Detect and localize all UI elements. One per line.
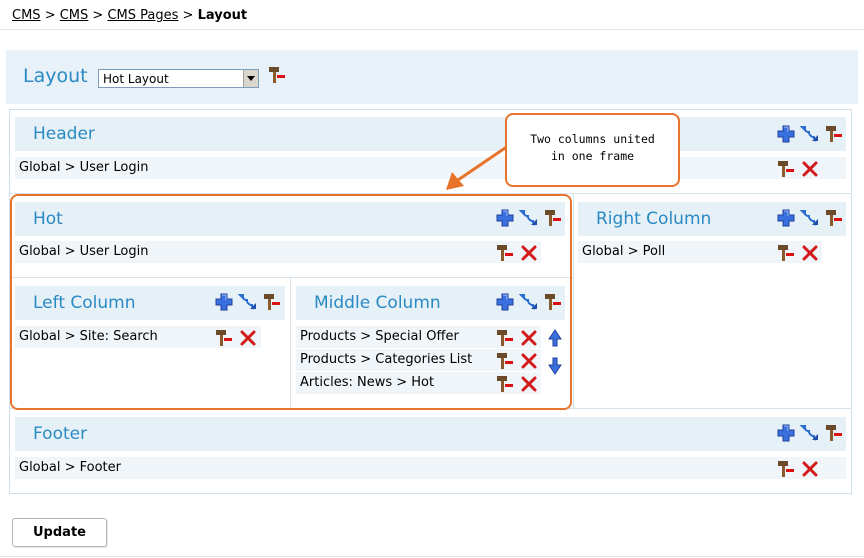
delete-icon[interactable] <box>519 374 539 394</box>
add-icon[interactable] <box>776 208 796 228</box>
breadcrumb: CMS > CMS > CMS Pages > Layout <box>12 8 247 23</box>
section-header: Header <box>15 117 846 151</box>
edit-icon[interactable] <box>824 124 844 144</box>
module-label: Global > Poll <box>582 244 666 259</box>
breadcrumb-separator: > <box>182 8 194 23</box>
move-icon[interactable] <box>519 208 539 228</box>
arrow-up-icon[interactable] <box>545 328 565 348</box>
section-footer: Footer <box>15 417 846 451</box>
section-title: Hot <box>33 209 63 229</box>
move-icon[interactable] <box>800 124 820 144</box>
add-icon[interactable] <box>495 292 515 312</box>
delete-icon[interactable] <box>519 328 539 348</box>
add-icon[interactable] <box>776 423 796 443</box>
move-icon[interactable] <box>800 423 820 443</box>
add-icon[interactable] <box>214 292 234 312</box>
edit-icon[interactable] <box>824 423 844 443</box>
module-label: Products > Special Offer <box>300 329 459 344</box>
module-label: Global > User Login <box>19 160 149 175</box>
section-hot: Hot <box>15 202 565 236</box>
breadcrumb-separator: > <box>44 8 56 23</box>
update-button[interactable]: Update <box>12 518 107 547</box>
layout-select-value: Hot Layout <box>103 72 169 86</box>
section-title: Right Column <box>596 209 712 229</box>
chevron-down-icon[interactable] <box>243 70 258 87</box>
layout-bar: Layout Hot Layout <box>6 50 858 104</box>
divider <box>0 29 864 30</box>
breadcrumb-separator: > <box>92 8 104 23</box>
page-title: Layout <box>23 65 88 87</box>
list-item: Global > Footer <box>15 457 846 479</box>
move-icon[interactable] <box>519 292 539 312</box>
module-label: Articles: News > Hot <box>300 375 435 390</box>
breadcrumb-current: Layout <box>197 8 248 23</box>
annotation-callout: Two columns united in one frame <box>505 113 680 187</box>
add-icon[interactable] <box>495 208 515 228</box>
divider <box>290 278 291 408</box>
edit-icon[interactable] <box>776 243 796 263</box>
divider <box>10 193 852 194</box>
add-icon[interactable] <box>776 124 796 144</box>
edit-icon[interactable] <box>776 459 796 479</box>
delete-icon[interactable] <box>800 243 820 263</box>
module-label: Products > Categories List <box>300 352 473 367</box>
section-title: Middle Column <box>314 293 441 313</box>
breadcrumb-link-cms[interactable]: CMS <box>12 8 41 23</box>
edit-icon[interactable] <box>495 243 515 263</box>
layout-select[interactable]: Hot Layout <box>98 69 259 88</box>
delete-icon[interactable] <box>519 351 539 371</box>
arrow-down-icon[interactable] <box>545 356 565 376</box>
section-title: Footer <box>33 424 88 444</box>
edit-icon[interactable] <box>262 292 282 312</box>
breadcrumb-link-cms-2[interactable]: CMS <box>60 8 89 23</box>
edit-icon[interactable] <box>824 208 844 228</box>
edit-icon[interactable] <box>543 208 563 228</box>
section-title: Header <box>33 124 95 144</box>
edit-icon[interactable] <box>267 65 287 85</box>
module-label: Global > Site: Search <box>19 329 158 344</box>
section-title: Left Column <box>33 293 136 313</box>
callout-line: in one frame <box>550 149 635 163</box>
edit-icon[interactable] <box>495 351 515 371</box>
delete-icon[interactable] <box>238 328 258 348</box>
list-item: Global > User Login <box>15 241 541 263</box>
breadcrumb-link-cms-pages[interactable]: CMS Pages <box>107 8 178 23</box>
list-item: Global > User Login <box>15 157 846 179</box>
edit-icon[interactable] <box>495 374 515 394</box>
divider <box>10 408 852 409</box>
delete-icon[interactable] <box>800 159 820 179</box>
divider <box>0 556 864 557</box>
edit-icon[interactable] <box>495 328 515 348</box>
edit-icon[interactable] <box>214 328 234 348</box>
move-icon[interactable] <box>800 208 820 228</box>
divider <box>573 194 574 408</box>
callout-line: Two columns united <box>530 132 655 146</box>
module-label: Global > Footer <box>19 460 121 475</box>
edit-icon[interactable] <box>776 159 796 179</box>
module-label: Global > User Login <box>19 244 149 259</box>
divider <box>10 277 573 278</box>
delete-icon[interactable] <box>519 243 539 263</box>
delete-icon[interactable] <box>800 459 820 479</box>
edit-icon[interactable] <box>543 292 563 312</box>
move-icon[interactable] <box>238 292 258 312</box>
